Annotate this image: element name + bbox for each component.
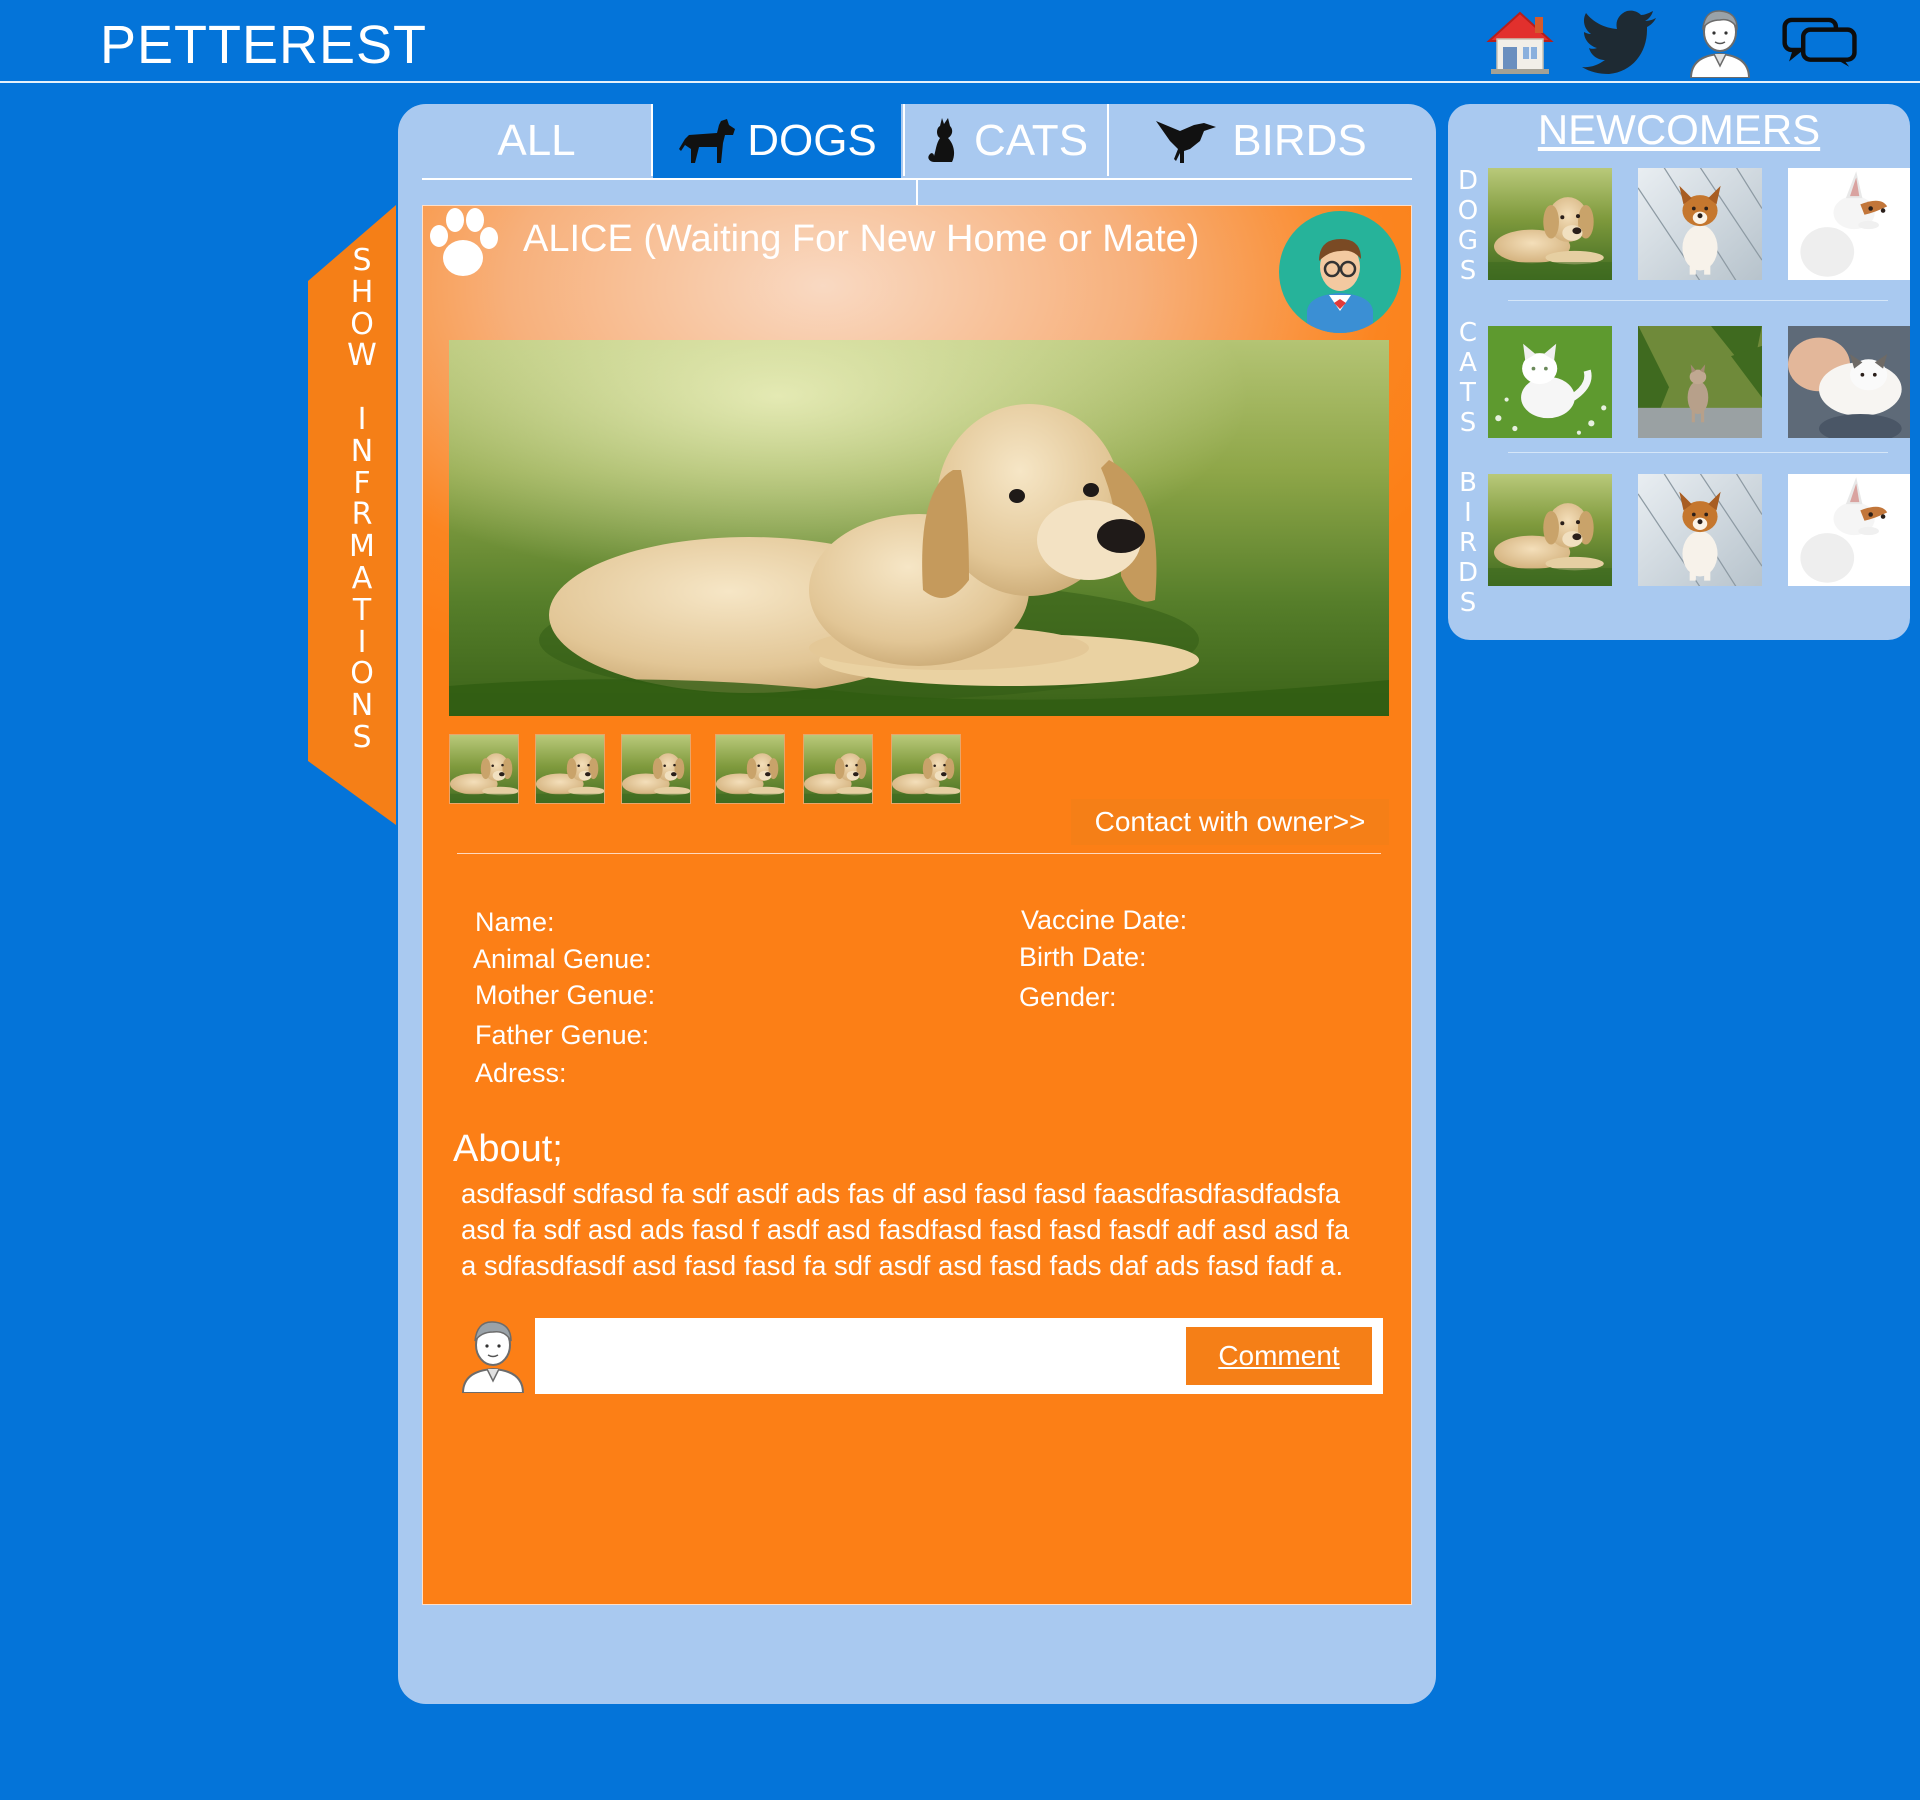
category-tabs: ALL DOGS CATS BIRDS [422,104,1412,180]
show-informations-tab[interactable]: S H O W I N F R M A T I O N S [306,205,396,825]
dog-icon [679,119,736,163]
newcomer-image [1488,168,1612,280]
newcomer-thumbnail[interactable] [1488,168,1612,280]
field-birth-date-label: Birth Date: [1019,942,1147,972]
thumbnail[interactable] [803,734,873,804]
home-icon[interactable] [1482,6,1558,78]
top-bar: PETTEREST [0,0,1920,83]
about-line: asd fa sdf asd ads fasd f asdf asd fasdf… [461,1214,1350,1245]
newcomer-thumbnail[interactable] [1788,474,1910,586]
thumbnail[interactable] [715,734,785,804]
newcomers-panel: NEWCOMERS D O G S C A T S B I R D S [1448,104,1910,640]
about-line: asdfasdf sdfasd fa sdf asdf ads fas df a… [461,1178,1341,1209]
newcomer-thumbnail[interactable] [1488,474,1612,586]
brand-logo[interactable]: PETTEREST [100,14,427,76]
tab-all-label: ALL [497,116,576,165]
tabs-divider [916,180,918,208]
tab-dogs-label: DOGS [747,116,877,165]
owner-avatar-icon [1307,239,1373,333]
newcomers-group-label-dogs: D O G S [1457,166,1479,286]
newcomers-separator [1508,452,1888,453]
thumbnail-image [622,735,691,804]
contact-owner-button[interactable]: Contact with owner>> [1071,799,1389,845]
field-father-genue-label: Father Genue: [475,1020,650,1050]
bird-icon [1156,121,1217,163]
main-pet-image [449,340,1389,716]
newcomer-thumbnail[interactable] [1788,326,1910,438]
newcomers-group-label-birds: B I R D S [1457,468,1479,618]
profile-icon[interactable] [1682,6,1758,78]
comment-box: Comment [535,1318,1383,1394]
thumbnail-image [716,735,785,804]
about-text: asdfasdf sdfasd fa sdf asdf ads fas df a… [461,1176,1401,1284]
tab-birds-label: BIRDS [1232,116,1367,165]
thumbnail[interactable] [621,734,691,804]
newcomer-image [1638,326,1762,438]
comment-input[interactable] [546,1325,1176,1385]
main-panel: ALL DOGS CATS BIRDS ALICE (Waiting For N… [398,104,1436,1704]
newcomer-thumbnail[interactable] [1638,474,1762,586]
field-adress-label: Adress: [475,1058,567,1088]
newcomer-thumbnail[interactable] [1638,326,1762,438]
newcomers-row-birds [1488,474,1910,586]
messages-icon[interactable] [1782,6,1858,78]
about-line: a sdfasdfasdf asd fasd fasd fa sdf asdf … [461,1250,1344,1281]
about-heading: About; [453,1128,563,1170]
newcomer-image [1788,326,1910,438]
top-divider [0,81,1920,83]
owner-avatar[interactable] [1279,211,1401,333]
twitter-icon[interactable] [1582,6,1658,78]
newcomer-image [1788,168,1910,280]
field-animal-genue-label: Animal Genue: [473,944,652,974]
newcomer-thumbnail[interactable] [1638,168,1762,280]
newcomer-image [1638,474,1762,586]
field-gender-label: Gender: [1019,982,1117,1012]
cat-icon [928,118,955,162]
newcomers-separator [1508,300,1888,301]
commenter-avatar-icon [461,1321,525,1393]
newcomer-image [1488,326,1612,438]
tab-all[interactable]: ALL [422,104,651,178]
thumbnail-strip [449,734,961,804]
tab-cats[interactable]: CATS [905,104,1105,178]
newcomer-thumbnail[interactable] [1488,326,1612,438]
tab-dogs[interactable]: DOGS [653,104,901,178]
top-icon-bar [1482,6,1858,78]
thumbnail-image [804,735,873,804]
field-mother-genue-label: Mother Genue: [475,980,656,1010]
newcomers-title[interactable]: NEWCOMERS [1448,106,1910,154]
newcomer-image [1788,474,1910,586]
thumbnail[interactable] [449,734,519,804]
newcomers-group-label-cats: C A T S [1458,318,1478,438]
card-divider [457,853,1381,854]
thumbnail[interactable] [891,734,961,804]
field-vaccine-date-label: Vaccine Date: [1021,905,1188,935]
paw-icon [430,208,498,276]
newcomers-row-cats [1488,326,1910,438]
pet-card: ALICE (Waiting For New Home or Mate) Con… [422,205,1412,1605]
newcomer-image [1488,474,1612,586]
thumbnail-image [536,735,605,804]
main-pet-photo[interactable] [449,340,1389,716]
thumbnail[interactable] [535,734,605,804]
show-informations-label: S H O W I N F R M A T I O N S [347,243,377,755]
pet-title: ALICE (Waiting For New Home or Mate) [523,218,1200,260]
newcomer-image [1638,168,1762,280]
tab-cats-label: CATS [973,116,1089,165]
field-name-label: Name: [475,907,555,937]
comment-button[interactable]: Comment [1186,1327,1372,1385]
thumbnail-image [450,735,519,804]
thumbnail-image [892,735,961,804]
newcomer-thumbnail[interactable] [1788,168,1910,280]
newcomers-row-dogs [1488,168,1910,280]
tab-birds[interactable]: BIRDS [1109,104,1412,178]
